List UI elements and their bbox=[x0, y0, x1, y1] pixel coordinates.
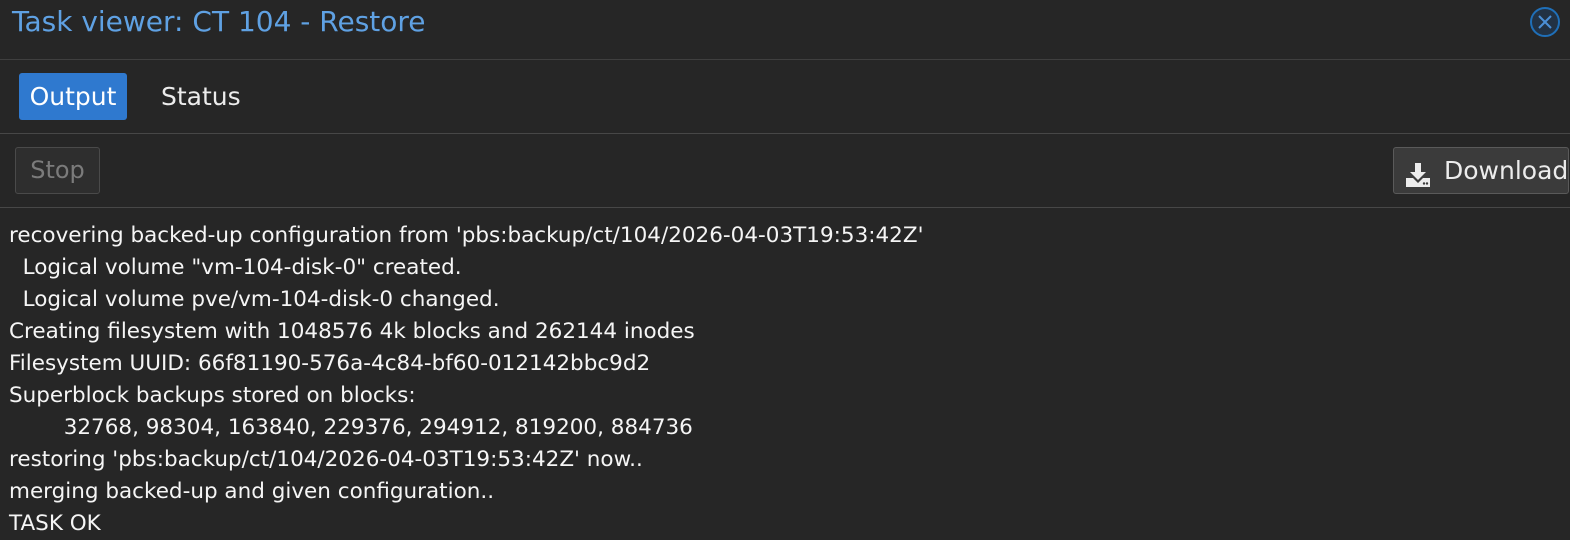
log-line: restoring 'pbs:backup/ct/104/2026-04-03T… bbox=[9, 447, 643, 472]
tab-bar: Output Status bbox=[0, 60, 1570, 134]
log-line: Superblock backups stored on blocks: bbox=[9, 383, 416, 408]
close-icon[interactable] bbox=[1530, 7, 1560, 37]
log-line: recovering backed-up configuration from … bbox=[9, 223, 924, 248]
log-line: Logical volume pve/vm-104-disk-0 changed… bbox=[9, 287, 500, 312]
title-bar: Task viewer: CT 104 - Restore bbox=[0, 0, 1570, 60]
log-line: Creating filesystem with 1048576 4k bloc… bbox=[9, 319, 695, 344]
download-icon bbox=[1405, 157, 1431, 187]
window-title: Task viewer: CT 104 - Restore bbox=[12, 5, 426, 38]
log-line: merging backed-up and given configuratio… bbox=[9, 479, 495, 504]
log-line: TASK OK bbox=[9, 511, 101, 536]
log-line: 32768, 98304, 163840, 229376, 294912, 81… bbox=[9, 415, 693, 440]
log-line: Logical volume "vm-104-disk-0" created. bbox=[9, 255, 462, 280]
download-label: Download bbox=[1444, 156, 1569, 185]
tab-output[interactable]: Output bbox=[19, 73, 127, 120]
tab-status[interactable]: Status bbox=[147, 73, 255, 120]
toolbar: Stop Download bbox=[0, 134, 1570, 208]
stop-button[interactable]: Stop bbox=[15, 147, 100, 194]
log-line: Filesystem UUID: 66f81190-576a-4c84-bf60… bbox=[9, 351, 651, 376]
task-viewer-window: Task viewer: CT 104 - Restore Output Sta… bbox=[0, 0, 1570, 540]
task-log-output: recovering backed-up configuration from … bbox=[0, 208, 1570, 540]
download-button[interactable]: Download bbox=[1393, 147, 1569, 194]
